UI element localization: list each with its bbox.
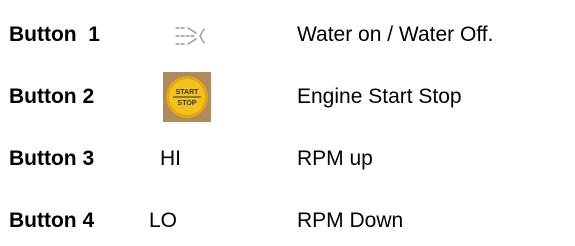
button-1-label: Button 1 [9,23,100,46]
water-spray-icon [175,27,205,45]
button-4-description: RPM Down [297,209,404,232]
button-3-label: Button 3 [9,147,95,170]
button-1-description: Water on / Water Off. [297,23,494,46]
button-row-4: Button 4 LO RPM Down [0,196,575,246]
button-2-label: Button 2 [9,85,95,108]
button-row-1: Button 1 Water on / Water Off. [0,10,575,60]
start-text: START [176,89,200,96]
button-4-label: Button 4 [9,209,95,232]
button-4-indicator: LO [149,209,178,232]
start-stop-button-icon: START STOP [163,72,211,122]
stop-text: STOP [178,100,197,107]
button-row-3: Button 3 HI RPM up [0,134,575,184]
button-2-description: Engine Start Stop [297,85,462,108]
button-3-description: RPM up [297,147,373,170]
button-row-2: Button 2 START STOP Engine Start Stop [0,72,575,122]
button-3-indicator: HI [160,147,181,170]
